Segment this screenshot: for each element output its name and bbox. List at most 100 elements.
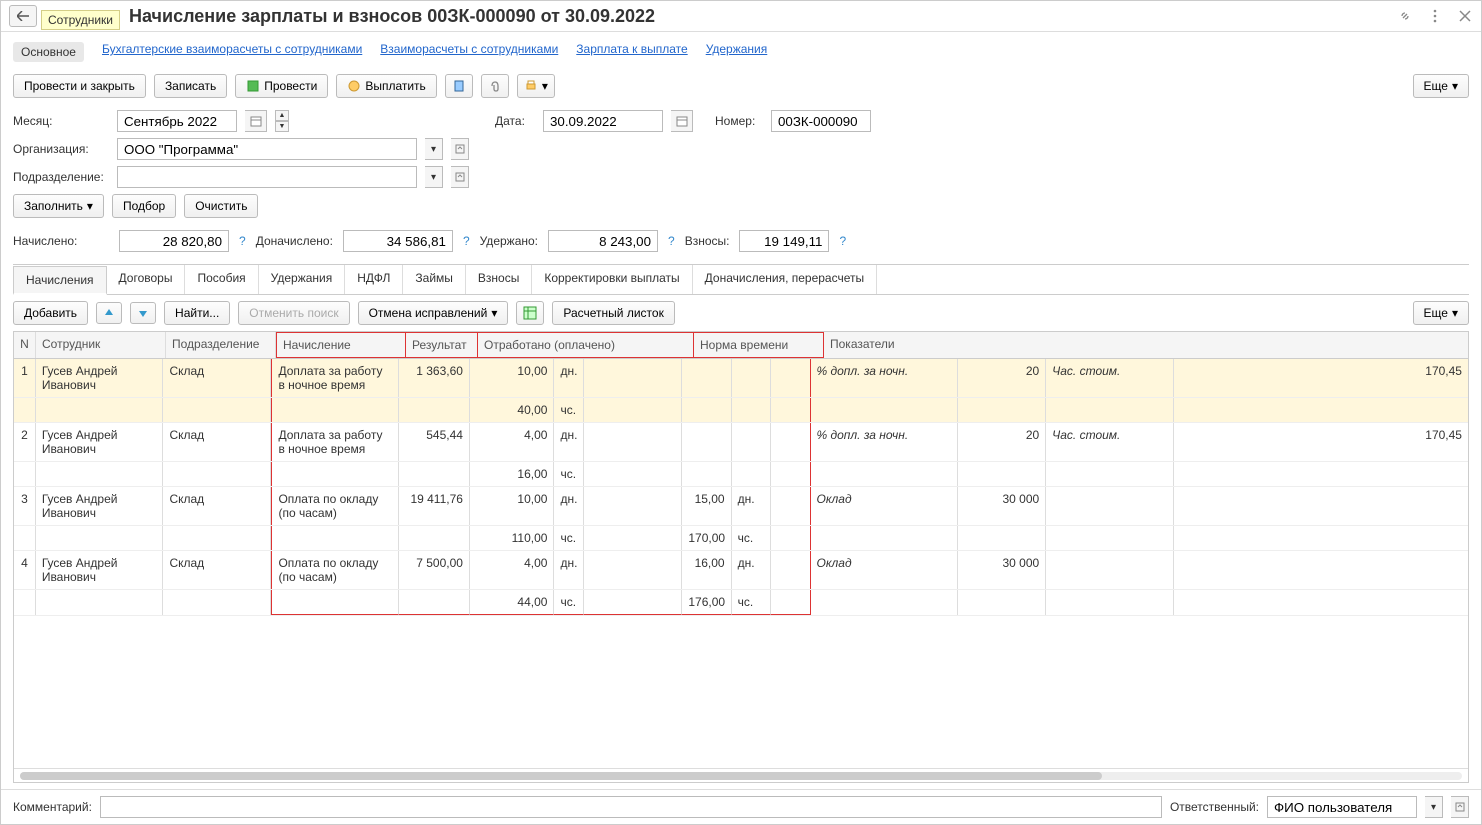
cell-norm-hours-unit: чс. — [732, 590, 771, 615]
page-title: Начисление зарплаты и взносов 00ЗК-00009… — [129, 6, 1397, 27]
save-button[interactable]: Записать — [154, 74, 227, 98]
responsible-dropdown-button[interactable]: ▾ — [1425, 796, 1443, 818]
table-toolbar: Добавить Найти... Отменить поиск Отмена … — [1, 295, 1481, 331]
post-close-button[interactable]: Провести и закрыть — [13, 74, 146, 98]
table-row[interactable]: 3 Гусев Андрей Иванович Склад Оплата по … — [14, 487, 1468, 551]
table-body: 1 Гусев Андрей Иванович Склад Доплата за… — [14, 359, 1468, 768]
responsible-open-button[interactable] — [1451, 796, 1469, 818]
cell-norm-days-unit: дн. — [732, 487, 771, 525]
comment-label: Комментарий: — [13, 800, 92, 814]
cell-work-days-unit: дн. — [554, 359, 584, 397]
org-dropdown-button[interactable]: ▾ — [425, 138, 443, 160]
cell-norm-hours-unit: чс. — [732, 526, 771, 550]
table-row[interactable]: 4 Гусев Андрей Иванович Склад Оплата по … — [14, 551, 1468, 616]
date-input[interactable] — [543, 110, 663, 132]
subtab-loans[interactable]: Займы — [403, 265, 466, 294]
link-icon[interactable] — [1397, 8, 1413, 24]
accrued-value[interactable] — [119, 230, 229, 252]
subtab-corrections[interactable]: Корректировки выплаты — [532, 265, 692, 294]
more-menu-icon[interactable] — [1427, 8, 1443, 24]
move-up-button[interactable] — [96, 302, 122, 324]
post-button-label: Провести — [264, 79, 317, 93]
find-button[interactable]: Найти... — [164, 301, 230, 325]
accrued-help[interactable]: ? — [239, 234, 246, 248]
subtab-contracts[interactable]: Договоры — [107, 265, 186, 294]
dept-dropdown-button[interactable]: ▾ — [425, 166, 443, 188]
th-indicators[interactable]: Показатели — [824, 332, 1468, 358]
add-accrued-value[interactable] — [343, 230, 453, 252]
cell-indicator1: % допл. за ночн. — [811, 423, 958, 461]
subtab-add-accruals[interactable]: Доначисления, перерасчеты — [693, 265, 877, 294]
month-spin-down[interactable]: ▼ — [275, 121, 289, 132]
pay-button[interactable]: Выплатить — [336, 74, 437, 98]
contrib-help[interactable]: ? — [839, 234, 846, 248]
table-row[interactable]: 1 Гусев Андрей Иванович Склад Доплата за… — [14, 359, 1468, 423]
add-row-button[interactable]: Добавить — [13, 301, 88, 325]
document-icon-button[interactable] — [445, 74, 473, 98]
print-icon-button[interactable]: ▾ — [517, 74, 555, 98]
cell-indicator2: Час. стоим. — [1046, 359, 1174, 397]
main-toolbar: Провести и закрыть Записать Провести Вып… — [1, 68, 1481, 104]
scrollbar-track[interactable] — [20, 772, 1462, 780]
month-input[interactable] — [117, 110, 237, 132]
cell-work-hours: 40,00 — [470, 398, 555, 422]
number-input[interactable] — [771, 110, 871, 132]
cancel-find-button[interactable]: Отменить поиск — [238, 301, 349, 325]
cancel-fix-button[interactable]: Отмена исправлений ▾ — [358, 301, 509, 325]
month-spin-up[interactable]: ▲ — [275, 110, 289, 121]
contrib-label: Взносы: — [685, 234, 730, 248]
subtab-deductions[interactable]: Удержания — [259, 265, 346, 294]
th-worked[interactable]: Отработано (оплачено) — [478, 332, 694, 358]
sub-tabs: Начисления Договоры Пособия Удержания НД… — [13, 264, 1469, 295]
cell-accrual: Доплата за работу в ночное время — [271, 423, 399, 461]
back-button[interactable] — [9, 5, 37, 27]
responsible-input[interactable] — [1267, 796, 1417, 818]
cell-employee: Гусев Андрей Иванович — [36, 551, 164, 589]
withheld-value[interactable] — [548, 230, 658, 252]
th-result[interactable]: Результат — [406, 332, 478, 358]
th-accrual[interactable]: Начисление — [276, 332, 406, 358]
table-more-button[interactable]: Еще ▾ — [1413, 301, 1469, 325]
subtab-benefits[interactable]: Пособия — [185, 265, 258, 294]
subtab-ndfl[interactable]: НДФЛ — [345, 265, 403, 294]
table-row[interactable]: 2 Гусев Андрей Иванович Склад Доплата за… — [14, 423, 1468, 487]
th-n[interactable]: N — [14, 332, 36, 358]
horizontal-scrollbar[interactable] — [14, 768, 1468, 782]
subtab-accruals[interactable]: Начисления — [13, 266, 107, 295]
date-calendar-button[interactable] — [671, 110, 693, 132]
scrollbar-thumb[interactable] — [20, 772, 1102, 780]
navtab-deduct[interactable]: Удержания — [706, 42, 768, 62]
th-department[interactable]: Подразделение — [166, 332, 276, 358]
table-settings-button[interactable] — [516, 301, 544, 325]
navtab-pay[interactable]: Зарплата к выплате — [576, 42, 687, 62]
payslip-button[interactable]: Расчетный листок — [552, 301, 674, 325]
month-calendar-button[interactable] — [245, 110, 267, 132]
contrib-value[interactable] — [739, 230, 829, 252]
add-accrued-help[interactable]: ? — [463, 234, 470, 248]
cell-norm-hours: 176,00 — [682, 590, 731, 615]
withheld-help[interactable]: ? — [668, 234, 675, 248]
footer: Комментарий: Ответственный: ▾ — [1, 789, 1481, 824]
th-employee[interactable]: Сотрудник — [36, 332, 166, 358]
attach-icon-button[interactable] — [481, 74, 509, 98]
pick-button[interactable]: Подбор — [112, 194, 176, 218]
th-norm[interactable]: Норма времени — [694, 332, 824, 358]
fill-button[interactable]: Заполнить ▾ — [13, 194, 104, 218]
close-icon[interactable] — [1457, 8, 1473, 24]
cell-norm-days-unit — [732, 359, 771, 397]
clear-button[interactable]: Очистить — [184, 194, 258, 218]
more-button[interactable]: Еще ▾ — [1413, 74, 1469, 98]
org-open-button[interactable] — [451, 138, 469, 160]
org-input[interactable] — [117, 138, 417, 160]
dept-open-button[interactable] — [451, 166, 469, 188]
post-button[interactable]: Провести — [235, 74, 328, 98]
cell-work-days: 4,00 — [470, 423, 555, 461]
navtab-main[interactable]: Основное — [13, 42, 84, 62]
navtab-mutual-emp[interactable]: Бухгалтерские взаиморасчеты с сотрудника… — [102, 42, 362, 62]
dept-input[interactable] — [117, 166, 417, 188]
navtab-mutual[interactable]: Взаиморасчеты с сотрудниками — [380, 42, 558, 62]
cell-work-days: 4,00 — [470, 551, 555, 589]
subtab-contribs[interactable]: Взносы — [466, 265, 532, 294]
comment-input[interactable] — [100, 796, 1162, 818]
move-down-button[interactable] — [130, 302, 156, 324]
